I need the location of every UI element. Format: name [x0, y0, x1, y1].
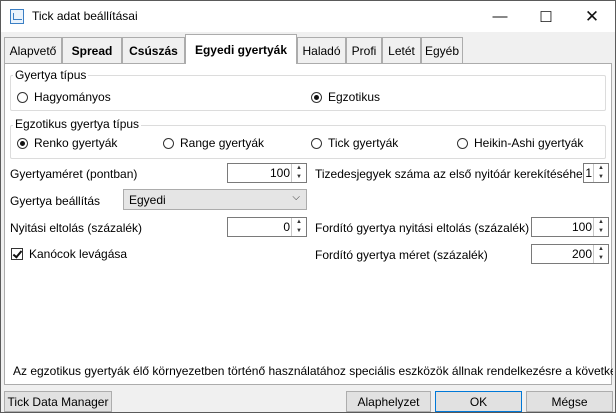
- up-arrow-icon[interactable]: ▲: [594, 245, 608, 254]
- radio-label: Hagyományos: [34, 90, 111, 104]
- chevron-down-icon: ⌵: [292, 192, 300, 203]
- radio-hagyomanyos[interactable]: Hagyományos: [17, 90, 111, 104]
- reverse-open-offset-value: 100: [571, 220, 592, 234]
- radio-label: Tick gyertyák: [328, 136, 399, 150]
- spin-arrows[interactable]: ▲ ▼: [593, 245, 608, 263]
- tab-profi[interactable]: Profi: [346, 37, 382, 63]
- candle-setting-select[interactable]: Egyedi ⌵: [123, 189, 307, 210]
- candle-type-legend: Gyertya típus: [13, 68, 89, 82]
- radio-icon: [457, 137, 468, 149]
- ok-button[interactable]: OK: [435, 391, 522, 412]
- radio-range[interactable]: Range gyertyák: [163, 136, 264, 150]
- reset-button[interactable]: Alaphelyzet: [346, 391, 431, 412]
- checkbox-icon: [11, 248, 23, 260]
- open-offset-label: Nyitási eltolás (százalék): [10, 221, 143, 235]
- title-bar: Tick adat beállításai — ☐ ✕: [1, 1, 615, 32]
- tab-panel: Gyertya típus Hagyományos Egzotikus Egzo…: [4, 63, 612, 385]
- minimize-icon[interactable]: —: [477, 1, 523, 32]
- down-arrow-icon[interactable]: ▼: [594, 173, 608, 182]
- reverse-size-value: 200: [571, 247, 592, 261]
- tab-spread[interactable]: Spread: [62, 37, 122, 63]
- tick-data-manager-button[interactable]: Tick Data Manager: [4, 391, 112, 412]
- radio-heikin-ashi[interactable]: Heikin-Ashi gyertyák: [457, 136, 583, 150]
- close-icon[interactable]: ✕: [569, 1, 615, 32]
- spin-arrows[interactable]: ▲ ▼: [593, 218, 608, 236]
- up-arrow-icon[interactable]: ▲: [594, 164, 608, 173]
- up-arrow-icon[interactable]: ▲: [292, 218, 306, 227]
- spin-arrows[interactable]: ▲ ▼: [593, 164, 608, 182]
- wick-cut-checkbox[interactable]: Kanócok levágása: [11, 247, 127, 261]
- window-title: Tick adat beállításai: [32, 9, 138, 23]
- down-arrow-icon[interactable]: ▼: [292, 227, 306, 236]
- spin-arrows[interactable]: ▲ ▼: [291, 164, 306, 182]
- wick-cut-label: Kanócok levágása: [29, 247, 128, 261]
- up-arrow-icon[interactable]: ▲: [594, 218, 608, 227]
- tab-letet[interactable]: Letét: [382, 37, 421, 63]
- radio-renko[interactable]: Renko gyertyák: [17, 136, 117, 150]
- down-arrow-icon[interactable]: ▼: [594, 227, 608, 236]
- exotic-type-legend: Egzotikus gyertya típus: [13, 117, 142, 131]
- info-text: Az egzotikus gyertyák élő környezetben t…: [13, 364, 613, 378]
- radio-tick[interactable]: Tick gyertyák: [311, 136, 398, 150]
- reverse-open-offset-label: Fordító gyertya nyitási eltolás (százalé…: [315, 221, 530, 235]
- radio-icon: [17, 91, 28, 103]
- cancel-button[interactable]: Mégse: [526, 391, 613, 412]
- tab-halado[interactable]: Haladó: [297, 37, 346, 63]
- spin-arrows[interactable]: ▲ ▼: [291, 218, 306, 236]
- tab-csuszas[interactable]: Csúszás: [122, 37, 185, 63]
- reverse-size-stepper[interactable]: 200 ▲ ▼: [531, 244, 609, 264]
- radio-label: Range gyertyák: [180, 136, 265, 150]
- radio-label: Egzotikus: [328, 90, 381, 104]
- down-arrow-icon[interactable]: ▼: [594, 254, 608, 263]
- radio-icon: [311, 91, 322, 103]
- tab-bar: Alapvető Spread Csúszás Egyedi gyertyák …: [1, 34, 615, 64]
- radio-icon: [163, 137, 174, 149]
- settings-window: Tick adat beállításai — ☐ ✕ Alapvető Spr…: [0, 0, 616, 413]
- radio-egzotikus[interactable]: Egzotikus: [311, 90, 380, 104]
- reverse-size-label: Fordító gyertya méret (százalék): [315, 248, 488, 262]
- radio-icon: [17, 137, 28, 149]
- open-offset-value: 0: [283, 220, 290, 234]
- radio-label: Renko gyertyák: [34, 136, 118, 150]
- candle-size-label: Gyertyaméret (pontban): [10, 167, 138, 181]
- decimals-value: 1: [585, 166, 592, 180]
- candle-setting-label: Gyertya beállítás: [10, 194, 101, 208]
- tab-egyeb[interactable]: Egyéb: [421, 37, 463, 63]
- radio-icon: [311, 137, 322, 149]
- down-arrow-icon[interactable]: ▼: [292, 173, 306, 182]
- maximize-icon[interactable]: ☐: [523, 1, 569, 32]
- decimals-label: Tizedesjegyek száma az első nyitóár kere…: [315, 167, 589, 181]
- reverse-open-offset-stepper[interactable]: 100 ▲ ▼: [531, 217, 609, 237]
- up-arrow-icon[interactable]: ▲: [292, 164, 306, 173]
- radio-label: Heikin-Ashi gyertyák: [474, 136, 584, 150]
- open-offset-stepper[interactable]: 0 ▲ ▼: [227, 217, 307, 237]
- candle-size-value: 100: [269, 166, 290, 180]
- decimals-stepper[interactable]: 1 ▲ ▼: [583, 163, 609, 183]
- tab-egyedi-gyertyak[interactable]: Egyedi gyertyák: [185, 34, 297, 64]
- app-icon: [10, 9, 24, 24]
- candle-setting-value: Egyedi: [129, 193, 166, 207]
- tab-alapveto[interactable]: Alapvető: [4, 37, 62, 63]
- candle-size-stepper[interactable]: 100 ▲ ▼: [227, 163, 307, 183]
